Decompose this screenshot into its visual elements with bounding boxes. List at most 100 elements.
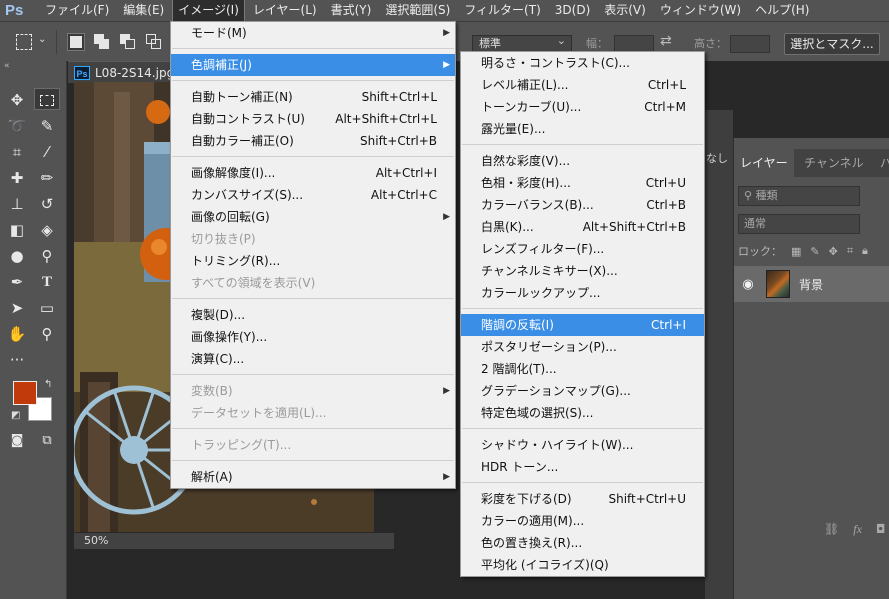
dodge-tool-icon[interactable]: ⚲: [34, 245, 60, 267]
adjustments-menu-item[interactable]: ポスタリゼーション(P)...: [461, 336, 704, 358]
blend-mode-select[interactable]: 通常: [738, 214, 860, 234]
preset-dropdown-icon[interactable]: ⌄: [38, 34, 46, 45]
lock-artboard-icon[interactable]: ⌗: [847, 244, 853, 258]
edit-toolbar-icon[interactable]: ···: [4, 349, 30, 371]
history-brush-tool-icon[interactable]: ↺: [34, 193, 60, 215]
adjustments-menu-item[interactable]: カラーの適用(M)...: [461, 510, 704, 532]
menubar-item-1[interactable]: 編集(E): [118, 0, 169, 21]
menubar-item-7[interactable]: 3D(D): [550, 0, 595, 21]
lock-image-icon[interactable]: ✎: [810, 245, 819, 258]
height-field[interactable]: [730, 35, 770, 53]
crop-tool-icon[interactable]: ⌗: [4, 141, 30, 163]
menu-item-label: 2 階調化(T)...: [481, 362, 557, 376]
image-menu-item[interactable]: モード(M) ▶: [171, 22, 455, 44]
quick-mask-icon[interactable]: ◙: [4, 430, 30, 452]
image-menu-item[interactable]: 画像の回転(G) ▶: [171, 206, 455, 228]
menubar-item-5[interactable]: 選択範囲(S): [380, 0, 455, 21]
add-mask-icon[interactable]: ◘: [876, 522, 886, 537]
adjustments-menu-item[interactable]: グラデーションマップ(G)...: [461, 380, 704, 402]
menu-item-label: 変数(B): [191, 384, 233, 398]
adjustments-menu-item[interactable]: シャドウ・ハイライト(W)...: [461, 434, 704, 456]
visibility-eye-icon[interactable]: ◉: [736, 277, 760, 292]
zoom-tool-icon[interactable]: ⚲: [34, 323, 60, 345]
eyedropper-tool-icon[interactable]: ⁄: [34, 141, 60, 163]
adjustments-menu-item[interactable]: 明るさ・コントラスト(C)...: [461, 52, 704, 74]
menubar-item-3[interactable]: レイヤー(L): [248, 0, 322, 21]
adjustments-menu-item[interactable]: カラールックアップ...: [461, 282, 704, 304]
link-layers-icon[interactable]: ⛓: [824, 522, 839, 537]
screen-mode-icon[interactable]: ⧉: [34, 430, 60, 452]
image-menu-item[interactable]: 演算(C)...: [171, 348, 455, 370]
healing-brush-tool-icon[interactable]: ✚: [4, 167, 30, 189]
default-colors-icon[interactable]: ◩: [11, 410, 23, 422]
foreground-color-swatch[interactable]: [13, 381, 37, 405]
adjustments-menu-item[interactable]: 白黒(K)... Alt+Shift+Ctrl+B: [461, 216, 704, 238]
intersect-selection-icon[interactable]: [146, 34, 162, 50]
zoom-level[interactable]: 50%: [74, 533, 394, 549]
type-tool-icon[interactable]: T: [34, 271, 60, 293]
lasso-tool-icon[interactable]: ➰: [4, 115, 30, 137]
image-menu-item[interactable]: 画像操作(Y)...: [171, 326, 455, 348]
adjustments-menu-item[interactable]: 色の置き換え(R)...: [461, 532, 704, 554]
pen-tool-icon[interactable]: ✒: [4, 271, 30, 293]
adjustments-menu-item[interactable]: 自然な彩度(V)...: [461, 150, 704, 172]
menubar-item-0[interactable]: ファイル(F): [40, 0, 114, 21]
adjustments-menu-item[interactable]: 彩度を下げる(D) Shift+Ctrl+U: [461, 488, 704, 510]
select-and-mask-button[interactable]: 選択とマスク...: [784, 33, 880, 55]
adjustments-menu-item[interactable]: 特定色域の選択(S)...: [461, 402, 704, 424]
adjustments-menu-item[interactable]: カラーバランス(B)... Ctrl+B: [461, 194, 704, 216]
marquee-tool-preset-icon[interactable]: [16, 34, 32, 50]
image-menu-item[interactable]: 複製(D)...: [171, 304, 455, 326]
add-to-selection-icon[interactable]: [94, 34, 110, 50]
eraser-tool-icon[interactable]: ◧: [4, 219, 30, 241]
tab-channels[interactable]: チャンネル: [798, 149, 870, 177]
quick-selection-tool-icon[interactable]: ✎: [34, 115, 60, 137]
menubar-item-4[interactable]: 書式(Y): [326, 0, 377, 21]
new-selection-icon[interactable]: [67, 33, 85, 51]
adjustments-menu-item[interactable]: 色相・彩度(H)... Ctrl+U: [461, 172, 704, 194]
lock-transparent-icon[interactable]: ▦: [791, 245, 801, 258]
rectangular-marquee-tool-icon[interactable]: [34, 88, 60, 110]
subtract-from-selection-icon[interactable]: [120, 34, 136, 50]
layer-filter-select[interactable]: ⚲ 種類: [738, 186, 860, 206]
image-menu-item[interactable]: カンバスサイズ(S)... Alt+Ctrl+C: [171, 184, 455, 206]
clone-stamp-tool-icon[interactable]: ⊥: [4, 193, 30, 215]
move-tool-icon[interactable]: ✥: [4, 89, 30, 111]
menubar-item-8[interactable]: 表示(V): [599, 0, 651, 21]
menubar-item-9[interactable]: ウィンドウ(W): [655, 0, 746, 21]
image-menu-item[interactable]: 自動カラー補正(O) Shift+Ctrl+B: [171, 130, 455, 152]
menubar-item-2[interactable]: イメージ(I): [172, 0, 245, 22]
adjustments-menu-item[interactable]: 2 階調化(T)...: [461, 358, 704, 380]
path-selection-tool-icon[interactable]: ➤: [4, 297, 30, 319]
rectangle-tool-icon[interactable]: ▭: [34, 297, 60, 319]
adjustments-menu-item[interactable]: HDR トーン...: [461, 456, 704, 478]
swap-colors-icon[interactable]: ↰: [44, 379, 56, 391]
image-menu-item[interactable]: 画像解像度(I)... Alt+Ctrl+I: [171, 162, 455, 184]
image-menu-item[interactable]: 自動トーン補正(N) Shift+Ctrl+L: [171, 86, 455, 108]
brush-tool-icon[interactable]: ✏: [34, 167, 60, 189]
swap-width-height-icon[interactable]: ⇄: [660, 33, 672, 49]
paint-bucket-tool-icon[interactable]: ◈: [34, 219, 60, 241]
hand-tool-icon[interactable]: ✋: [4, 323, 30, 345]
menubar-item-10[interactable]: ヘルプ(H): [750, 0, 814, 21]
adjustments-menu-item[interactable]: レンズフィルター(F)...: [461, 238, 704, 260]
adjustments-menu-item[interactable]: 階調の反転(I) Ctrl+I: [461, 314, 704, 336]
image-menu-item[interactable]: 色調補正(J) ▶: [171, 54, 455, 76]
adjustments-menu-item[interactable]: 平均化 (イコライズ)(Q): [461, 554, 704, 576]
layer-style-icon[interactable]: fx: [853, 522, 862, 537]
image-menu-item[interactable]: 解析(A) ▶: [171, 466, 455, 488]
adjustments-menu-item[interactable]: レベル補正(L)... Ctrl+L: [461, 74, 704, 96]
adjustments-menu-item[interactable]: チャンネルミキサー(X)...: [461, 260, 704, 282]
blur-tool-icon[interactable]: ●: [4, 245, 30, 267]
layer-row[interactable]: ◉ 背景: [734, 266, 889, 302]
tab-paths[interactable]: パ: [874, 149, 889, 177]
lock-all-icon[interactable]: 🔒︎: [862, 244, 868, 258]
image-menu-item[interactable]: 自動コントラスト(U) Alt+Shift+Ctrl+L: [171, 108, 455, 130]
adjustments-menu-item[interactable]: 露光量(E)...: [461, 118, 704, 140]
tab-layers[interactable]: レイヤー: [734, 149, 794, 177]
adjustments-menu-item[interactable]: トーンカーブ(U)... Ctrl+M: [461, 96, 704, 118]
image-menu-item[interactable]: トリミング(R)...: [171, 250, 455, 272]
collapse-toolbar-icon[interactable]: «: [4, 61, 10, 71]
lock-position-icon[interactable]: ✥: [829, 245, 838, 258]
menubar-item-6[interactable]: フィルター(T): [459, 0, 545, 21]
